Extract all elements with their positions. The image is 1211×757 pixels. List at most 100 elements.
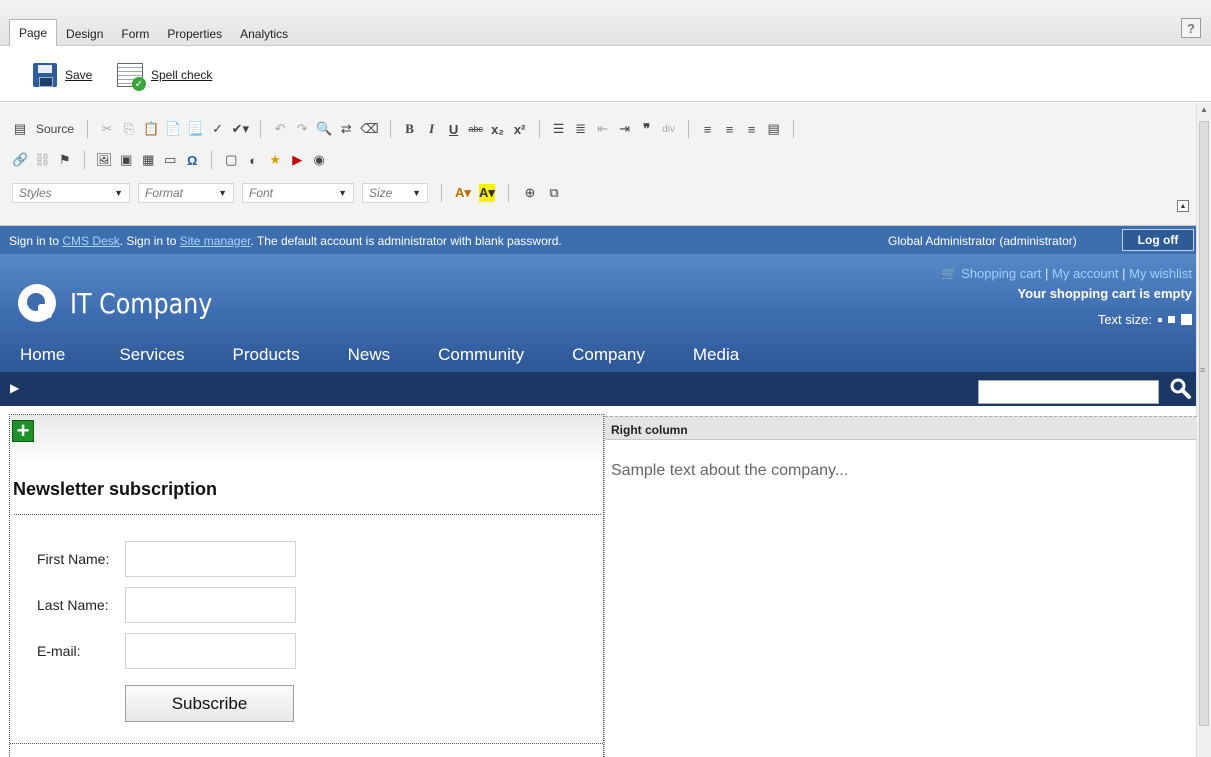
- paste-icon[interactable]: 📋: [143, 120, 159, 138]
- indent-icon[interactable]: ⇥: [617, 120, 633, 138]
- scroll-grip-icon: ≡: [1200, 365, 1206, 375]
- bulleted-list-icon[interactable]: ≣: [573, 120, 589, 138]
- align-right-icon[interactable]: ≡: [744, 120, 760, 138]
- email-field[interactable]: [125, 633, 296, 669]
- site-manager-link[interactable]: Site manager: [180, 234, 251, 248]
- nav-company[interactable]: Company: [572, 345, 645, 365]
- eraser-icon[interactable]: ⌫: [360, 120, 378, 138]
- star-icon[interactable]: ★: [267, 151, 283, 169]
- background-color-icon[interactable]: A▾: [479, 184, 495, 202]
- undo-icon[interactable]: ↶: [272, 120, 288, 138]
- link-icon[interactable]: 🔗: [12, 151, 28, 169]
- help-button[interactable]: ?: [1181, 18, 1201, 38]
- tab-properties[interactable]: Properties: [158, 22, 231, 46]
- text-size-large-icon[interactable]: [1181, 314, 1192, 325]
- cms-desk-link[interactable]: CMS Desk: [62, 234, 119, 248]
- widget-icon[interactable]: ▢: [223, 151, 239, 169]
- play-arrow-icon[interactable]: ▶: [10, 381, 19, 395]
- justify-icon[interactable]: ▤: [766, 120, 782, 138]
- find-icon[interactable]: 🔍: [316, 120, 332, 138]
- insert-media-icon[interactable]: ▣: [118, 151, 134, 169]
- format-dropdown[interactable]: Format ▼: [138, 183, 234, 203]
- site-logo[interactable]: IT Company: [18, 284, 237, 322]
- redo-icon[interactable]: ↷: [294, 120, 310, 138]
- maximize-icon[interactable]: ⊕: [522, 184, 538, 202]
- size-dropdown[interactable]: Size ▼: [362, 183, 428, 203]
- site-search-input[interactable]: [978, 380, 1159, 404]
- superscript-icon[interactable]: x²: [512, 120, 528, 138]
- italic-icon[interactable]: I: [424, 120, 440, 138]
- nav-news[interactable]: News: [348, 345, 391, 365]
- styles-dropdown[interactable]: Styles ▼: [12, 183, 130, 203]
- show-blocks-icon[interactable]: ⧉: [546, 184, 562, 202]
- first-name-label: First Name:: [37, 551, 110, 567]
- inline-control-icon[interactable]: ◉: [311, 151, 327, 169]
- log-off-button[interactable]: Log off: [1122, 229, 1194, 251]
- replace-icon[interactable]: ⇄: [338, 120, 354, 138]
- paste-word-icon[interactable]: 📃: [187, 120, 203, 138]
- font-dropdown[interactable]: Font ▼: [242, 183, 354, 203]
- strikethrough-icon[interactable]: abc: [468, 120, 484, 138]
- cart-status: Your shopping cart is empty: [1017, 286, 1192, 301]
- source-button[interactable]: Source: [34, 120, 76, 138]
- my-account-link[interactable]: My account: [1052, 266, 1118, 281]
- align-left-icon[interactable]: ≡: [700, 120, 716, 138]
- first-name-field[interactable]: [125, 541, 296, 577]
- search-icon[interactable]: [1168, 377, 1192, 401]
- my-wishlist-link[interactable]: My wishlist: [1129, 266, 1192, 281]
- copy-icon[interactable]: ⎘: [121, 120, 137, 138]
- add-webpart-button[interactable]: +: [12, 420, 34, 442]
- horizontal-rule-icon[interactable]: ▭: [162, 151, 178, 169]
- spellcheck-menu-icon[interactable]: ✔▾: [232, 120, 249, 138]
- nav-services[interactable]: Services: [119, 345, 184, 365]
- unlink-icon[interactable]: ⛓: [34, 151, 51, 169]
- nav-community[interactable]: Community: [438, 345, 524, 365]
- shopping-cart-link[interactable]: Shopping cart: [961, 266, 1041, 281]
- div-container-icon[interactable]: div: [661, 120, 677, 138]
- align-center-icon[interactable]: ≡: [722, 120, 738, 138]
- nav-media[interactable]: Media: [693, 345, 739, 365]
- anchor-icon[interactable]: ⚑: [57, 151, 73, 169]
- text-color-icon[interactable]: A▾: [455, 184, 471, 202]
- tab-analytics[interactable]: Analytics: [231, 22, 297, 46]
- image-icon[interactable]: 🖼: [96, 151, 113, 169]
- table-icon[interactable]: ▦: [140, 151, 156, 169]
- collapse-toolbar-icon[interactable]: ▲: [1177, 200, 1189, 212]
- tab-design[interactable]: Design: [57, 22, 112, 46]
- tab-form[interactable]: Form: [112, 22, 158, 46]
- plus-icon: +: [16, 418, 30, 443]
- numbered-list-icon[interactable]: ☰: [551, 120, 567, 138]
- font-label: Font: [249, 186, 274, 200]
- last-name-field[interactable]: [125, 587, 296, 623]
- spellcheck-icon[interactable]: ✓: [210, 120, 226, 138]
- special-char-icon[interactable]: Ω: [184, 151, 200, 169]
- nav-home[interactable]: Home: [20, 345, 65, 365]
- toolbar-separator: [389, 120, 391, 138]
- quick-insert-icon[interactable]: ◐: [245, 151, 261, 169]
- company-sample-text[interactable]: Sample text about the company...: [611, 462, 848, 480]
- bold-icon[interactable]: B: [402, 120, 418, 138]
- vertical-scrollbar[interactable]: ▲ ≡: [1196, 103, 1211, 757]
- paste-text-icon[interactable]: 📄: [165, 120, 181, 138]
- right-column-zone: Right column Sample text about the compa…: [604, 414, 1197, 757]
- save-button[interactable]: Save: [33, 63, 92, 87]
- chevron-down-icon: ▼: [114, 188, 123, 198]
- toolbar-separator: [792, 120, 794, 138]
- outdent-icon[interactable]: ⇤: [595, 120, 611, 138]
- blockquote-icon[interactable]: ❞: [639, 120, 655, 138]
- newsletter-title: Newsletter subscription: [13, 479, 218, 499]
- text-size-small-icon[interactable]: [1158, 317, 1162, 322]
- underline-icon[interactable]: U: [446, 120, 462, 138]
- subscript-icon[interactable]: x₂: [490, 120, 506, 138]
- youtube-icon[interactable]: ▶: [289, 151, 305, 169]
- nav-products[interactable]: Products: [233, 345, 300, 365]
- spell-check-button[interactable]: Spell check: [117, 63, 212, 91]
- sign-in-text: Sign in to: [9, 234, 63, 248]
- sign-in-bar: Sign in to CMS Desk. Sign in to Site man…: [0, 226, 1196, 254]
- scroll-up-icon[interactable]: ▲: [1200, 105, 1208, 114]
- text-size-medium-icon[interactable]: [1168, 316, 1175, 323]
- scrollbar-thumb[interactable]: [1199, 121, 1209, 726]
- cut-icon[interactable]: ✂: [99, 120, 115, 138]
- subscribe-button[interactable]: Subscribe: [125, 685, 294, 722]
- tab-page[interactable]: Page: [9, 19, 58, 46]
